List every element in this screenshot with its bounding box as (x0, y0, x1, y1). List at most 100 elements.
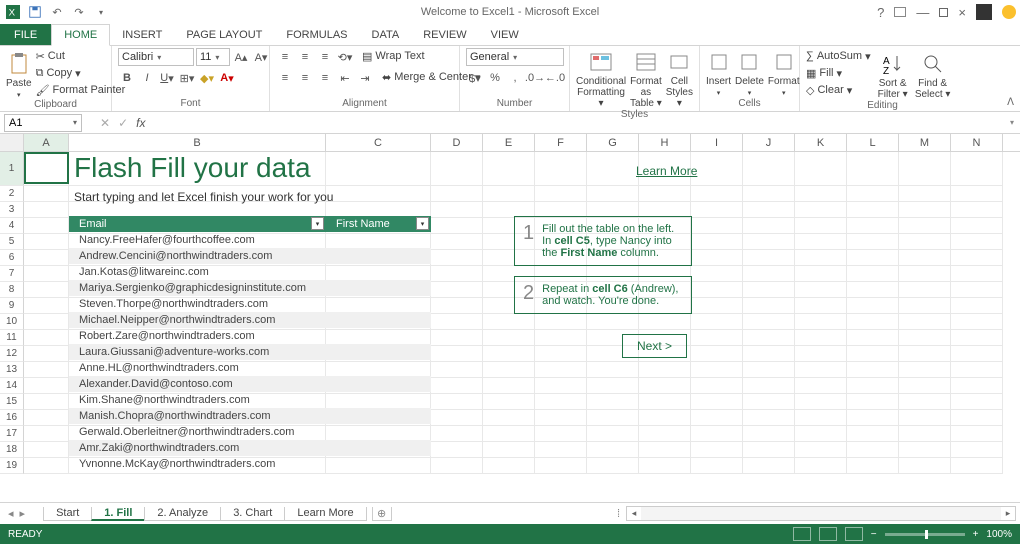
row-header[interactable]: 9 (0, 298, 24, 314)
cell[interactable] (691, 346, 743, 362)
table-cell-firstname[interactable] (326, 376, 431, 392)
cell[interactable] (743, 394, 795, 410)
cell[interactable] (24, 458, 69, 474)
cell[interactable] (691, 442, 743, 458)
cell[interactable] (899, 442, 951, 458)
column-header[interactable]: N (951, 134, 1003, 151)
cell[interactable] (795, 426, 847, 442)
cell[interactable] (795, 202, 847, 218)
cell[interactable] (899, 282, 951, 298)
row-header[interactable]: 15 (0, 394, 24, 410)
row-header[interactable]: 10 (0, 314, 24, 330)
comma-icon[interactable]: , (506, 69, 524, 87)
cell[interactable] (691, 458, 743, 474)
cell[interactable] (951, 458, 1003, 474)
cell[interactable] (899, 218, 951, 234)
cell[interactable] (587, 458, 639, 474)
cell[interactable] (535, 362, 587, 378)
cell[interactable] (743, 426, 795, 442)
worksheet-grid[interactable]: ABCDEFGHIJKLMN 1234567891011121314151617… (0, 134, 1020, 502)
row-header[interactable]: 6 (0, 250, 24, 266)
align-right-icon[interactable]: ≡ (316, 69, 334, 87)
table-cell-email[interactable]: Anne.HL@northwindtraders.com (69, 360, 326, 376)
cell[interactable] (326, 186, 431, 202)
save-icon[interactable] (26, 3, 44, 21)
cell[interactable] (639, 394, 691, 410)
cell[interactable] (951, 314, 1003, 330)
cell[interactable] (743, 378, 795, 394)
cell[interactable] (743, 410, 795, 426)
cell[interactable] (431, 330, 483, 346)
cell[interactable] (743, 234, 795, 250)
zoom-slider[interactable] (885, 533, 965, 536)
cell[interactable] (24, 362, 69, 378)
row-header[interactable]: 8 (0, 282, 24, 298)
cell[interactable] (847, 266, 899, 282)
cell[interactable] (535, 426, 587, 442)
row-header[interactable]: 14 (0, 378, 24, 394)
column-header[interactable]: J (743, 134, 795, 151)
sheet-tab[interactable]: 3. Chart (220, 507, 285, 521)
cell[interactable] (691, 394, 743, 410)
cell[interactable] (24, 394, 69, 410)
cell[interactable] (483, 346, 535, 362)
cell[interactable] (847, 282, 899, 298)
cell[interactable] (795, 234, 847, 250)
cell[interactable] (899, 378, 951, 394)
cell[interactable] (24, 218, 69, 234)
cell[interactable] (951, 186, 1003, 202)
cell[interactable] (639, 426, 691, 442)
cell[interactable] (639, 410, 691, 426)
cell[interactable] (691, 218, 743, 234)
cell[interactable] (951, 250, 1003, 266)
shrink-font-icon[interactable]: A▾ (252, 48, 270, 66)
cell[interactable] (24, 442, 69, 458)
font-name-combo[interactable]: Calibri▾ (118, 48, 194, 66)
row-header[interactable]: 19 (0, 458, 24, 474)
tab-formulas[interactable]: FORMULAS (274, 24, 359, 45)
cell[interactable] (431, 426, 483, 442)
inc-decimal-icon[interactable]: .0→ (526, 69, 544, 87)
active-cell[interactable] (24, 152, 69, 184)
cell[interactable] (587, 152, 639, 186)
indent-inc-icon[interactable]: ⇥ (356, 69, 374, 87)
table-cell-email[interactable]: Laura.Giussani@adventure-works.com (69, 344, 326, 360)
cell[interactable] (899, 266, 951, 282)
cell[interactable] (951, 298, 1003, 314)
cell[interactable] (847, 378, 899, 394)
cell[interactable] (795, 458, 847, 474)
cell[interactable] (899, 202, 951, 218)
row-header[interactable]: 11 (0, 330, 24, 346)
cell[interactable] (899, 250, 951, 266)
column-header[interactable]: E (483, 134, 535, 151)
cell[interactable] (899, 186, 951, 202)
enter-formula-icon[interactable]: ✓ (118, 116, 128, 130)
cell[interactable] (587, 442, 639, 458)
tab-file[interactable]: FILE (0, 24, 51, 45)
table-cell-firstname[interactable] (326, 344, 431, 360)
table-cell-firstname[interactable] (326, 424, 431, 440)
cell[interactable] (899, 426, 951, 442)
cell[interactable] (847, 152, 899, 186)
help-icon[interactable]: ? (877, 5, 884, 20)
row-header[interactable]: 12 (0, 346, 24, 362)
cell[interactable] (951, 330, 1003, 346)
orientation-icon[interactable]: ⟲▾ (336, 48, 354, 66)
scroll-left-icon[interactable]: ◂ (627, 508, 641, 519)
bold-icon[interactable]: B (118, 69, 136, 87)
cell[interactable] (951, 394, 1003, 410)
cell[interactable] (795, 152, 847, 186)
column-header[interactable]: A (24, 134, 69, 151)
cell[interactable] (24, 378, 69, 394)
cell[interactable] (535, 330, 587, 346)
tab-view[interactable]: VIEW (479, 24, 531, 45)
cell[interactable] (847, 186, 899, 202)
align-middle-icon[interactable]: ≡ (296, 48, 314, 66)
table-cell-firstname[interactable] (326, 440, 431, 456)
name-box[interactable]: A1▾ (4, 114, 82, 132)
align-center-icon[interactable]: ≡ (296, 69, 314, 87)
next-button[interactable]: Next > (622, 334, 687, 358)
cell[interactable] (691, 314, 743, 330)
cell[interactable] (899, 346, 951, 362)
conditional-formatting-button[interactable]: ConditionalFormatting ▾ (576, 46, 626, 109)
